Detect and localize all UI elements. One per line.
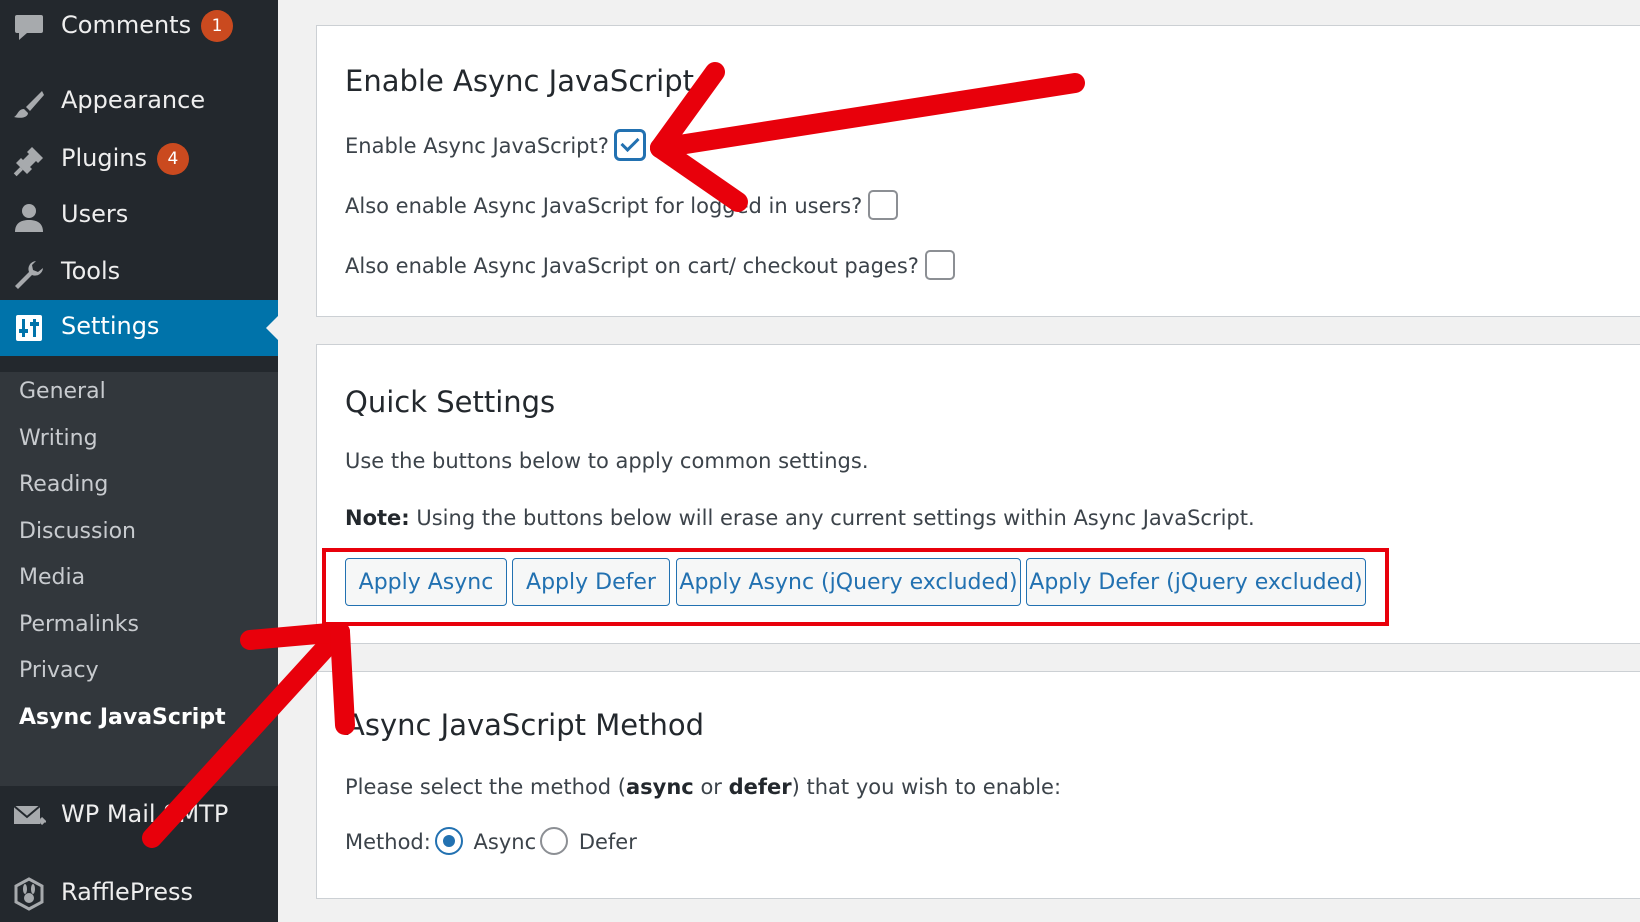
- user-icon: [15, 204, 43, 232]
- method-async-radio[interactable]: [434, 827, 463, 855]
- sidebar-item-label: Users: [61, 200, 129, 228]
- sidebar-item-label: Appearance: [61, 86, 206, 114]
- option-label: Also enable Async JavaScript for logged …: [345, 194, 863, 218]
- method-description-end: ) that you wish to enable:: [791, 775, 1062, 799]
- apply-async-button[interactable]: Apply Async: [345, 558, 507, 606]
- enable-async-checkbox[interactable]: [614, 130, 645, 160]
- method-options: Method: Async Defer: [345, 827, 637, 857]
- sidebar-item-label: Settings: [61, 312, 160, 340]
- mail-icon: [13, 805, 46, 826]
- sidebar-item-tools[interactable]: Tools: [0, 247, 278, 303]
- enable-async-card: Enable Async JavaScript Enable Async Jav…: [316, 25, 1640, 317]
- sidebar-item-appearance[interactable]: Appearance: [0, 76, 278, 132]
- plugins-count-badge: 4: [156, 143, 189, 175]
- option-label: Also enable Async JavaScript on cart/ ch…: [345, 254, 919, 278]
- async-method-card: Async JavaScript Method Please select th…: [316, 671, 1640, 899]
- submenu-item-media[interactable]: Media: [19, 565, 85, 590]
- method-async-label[interactable]: Async: [474, 830, 537, 854]
- method-description-async: async: [626, 775, 694, 799]
- sidebar-item-comments[interactable]: Comments 1: [0, 0, 278, 56]
- enable-section-title: Enable Async JavaScript: [345, 64, 695, 98]
- apply-defer-jquery-excluded-button[interactable]: Apply Defer (jQuery excluded): [1026, 558, 1366, 606]
- submenu-item-permalinks[interactable]: Permalinks: [19, 612, 139, 637]
- submenu-item-writing[interactable]: Writing: [19, 426, 98, 451]
- option-label: Enable Async JavaScript?: [345, 134, 609, 158]
- apply-defer-button[interactable]: Apply Defer: [512, 558, 670, 606]
- sidebar-item-label: Comments: [61, 11, 192, 39]
- note-label: Note:: [345, 506, 410, 530]
- sidebar-item-label: Tools: [61, 257, 121, 285]
- note-text: Using the buttons below will erase any c…: [409, 506, 1255, 530]
- option-logged-in-users: Also enable Async JavaScript for logged …: [345, 190, 899, 222]
- sidebar-item-label: RafflePress: [61, 878, 193, 906]
- settings-submenu: General Writing Reading Discussion Media…: [0, 372, 278, 786]
- method-defer-radio[interactable]: [540, 827, 569, 855]
- comment-icon: [15, 15, 43, 40]
- method-description-defer: defer: [728, 775, 792, 799]
- method-description: Please select the method (async or defer…: [345, 775, 1061, 799]
- submenu-item-privacy[interactable]: Privacy: [19, 658, 99, 683]
- option-cart-checkout: Also enable Async JavaScript on cart/ ch…: [345, 250, 955, 282]
- sidebar-item-settings[interactable]: Settings: [0, 300, 278, 356]
- rafflepress-icon: [14, 877, 44, 911]
- submenu-item-reading[interactable]: Reading: [19, 472, 108, 497]
- sidebar-item-label: Plugins: [61, 144, 147, 172]
- logged-in-users-checkbox[interactable]: [868, 190, 899, 220]
- sidebar-item-plugins[interactable]: Plugins 4: [0, 133, 278, 189]
- quick-settings-title: Quick Settings: [345, 385, 556, 419]
- method-section-title: Async JavaScript Method: [345, 708, 705, 742]
- method-description-or: or: [693, 775, 729, 799]
- sidebar-item-users[interactable]: Users: [0, 190, 278, 246]
- settings-icon: [16, 315, 42, 341]
- wrench-icon: [15, 261, 43, 289]
- admin-sidebar: Comments 1 Appearance Plugins 4 Users Tool…: [0, 0, 278, 922]
- paintbrush-icon: [14, 91, 44, 118]
- option-enable-async: Enable Async JavaScript?: [345, 130, 645, 162]
- submenu-item-discussion[interactable]: Discussion: [19, 519, 136, 544]
- sidebar-item-rafflepress[interactable]: RafflePress: [0, 866, 278, 922]
- method-label: Method:: [345, 830, 431, 854]
- apply-async-jquery-excluded-button[interactable]: Apply Async (jQuery excluded): [676, 558, 1021, 606]
- method-defer-label[interactable]: Defer: [579, 830, 637, 854]
- quick-settings-description: Use the buttons below to apply common se…: [345, 449, 869, 473]
- cart-checkout-checkbox[interactable]: [924, 250, 955, 280]
- method-description-text: Please select the method (: [345, 775, 626, 799]
- submenu-item-general[interactable]: General: [19, 379, 106, 404]
- sidebar-item-wp-mail-smtp[interactable]: WP Mail SMTP: [0, 788, 278, 844]
- quick-settings-note: Note: Using the buttons below will erase…: [345, 506, 1255, 530]
- plugin-icon: [13, 147, 43, 177]
- sidebar-item-label: WP Mail SMTP: [61, 800, 229, 828]
- comments-count-badge: 1: [201, 10, 234, 42]
- submenu-item-async-javascript[interactable]: Async JavaScript: [19, 705, 226, 730]
